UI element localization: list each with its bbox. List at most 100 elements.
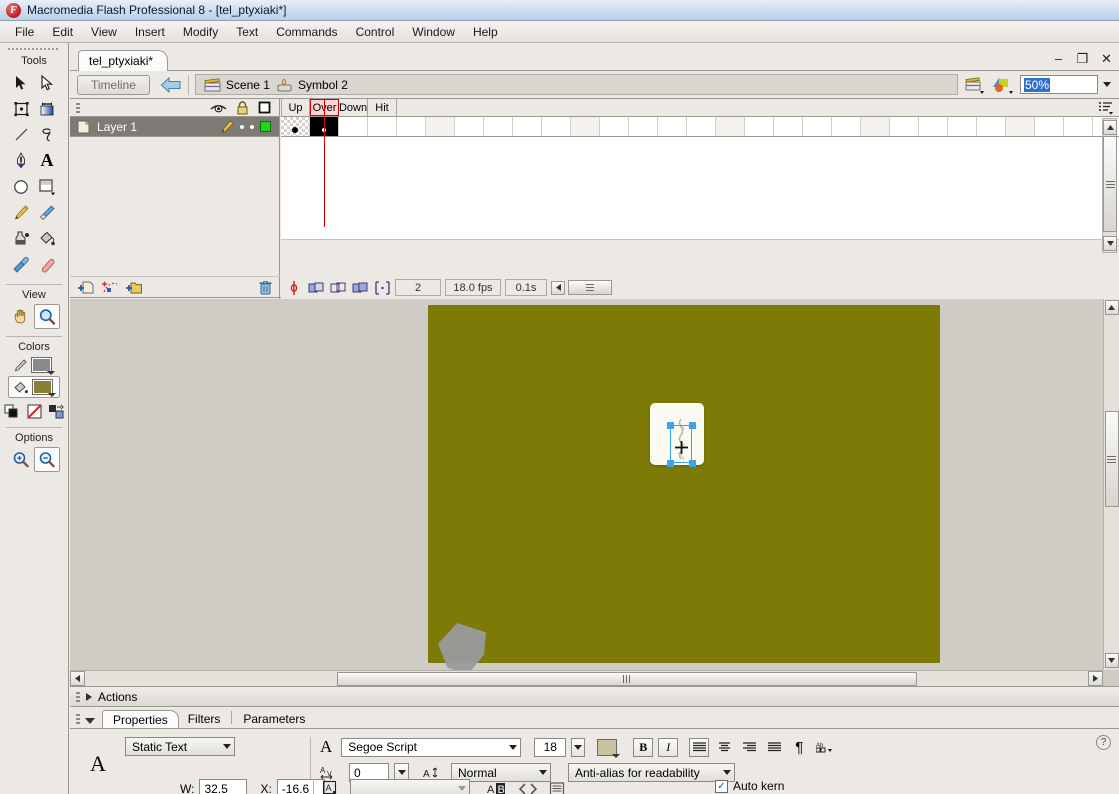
menu-help[interactable]: Help bbox=[464, 23, 507, 41]
breadcrumb-symbol-2[interactable]: Symbol 2 bbox=[276, 78, 348, 92]
ink-bottle-tool[interactable] bbox=[8, 226, 34, 251]
frame-cell-19[interactable] bbox=[803, 117, 832, 136]
document-tab[interactable]: tel_ptyxiaki* bbox=[78, 50, 169, 71]
zoom-input[interactable]: 50% bbox=[1020, 75, 1098, 94]
lock-icon[interactable] bbox=[236, 100, 249, 115]
frame-cell-17[interactable] bbox=[745, 117, 774, 136]
pencil-icon[interactable] bbox=[221, 120, 234, 133]
stage-hscroll-thumb[interactable] bbox=[337, 671, 917, 686]
stroke-color-row[interactable] bbox=[0, 356, 68, 375]
tools-panel-grip[interactable] bbox=[8, 45, 60, 53]
frame-cell-25[interactable] bbox=[977, 117, 1006, 136]
layer-lock-dot[interactable] bbox=[250, 124, 254, 129]
stage-scroll-up-arrow[interactable] bbox=[1104, 300, 1119, 315]
rectangle-tool[interactable] bbox=[34, 174, 60, 199]
width-input[interactable]: 32.5 bbox=[199, 779, 248, 794]
frame-cell-18[interactable] bbox=[774, 117, 803, 136]
frame-cell-5[interactable] bbox=[397, 117, 426, 136]
layer-visibility-dot[interactable] bbox=[240, 124, 244, 129]
edit-format-options-icon[interactable]: Ab bbox=[814, 738, 834, 757]
align-right-icon[interactable] bbox=[739, 738, 759, 757]
tab-parameters[interactable]: Parameters bbox=[234, 710, 314, 728]
selectable-text-icon[interactable]: A B bbox=[487, 781, 507, 794]
timeline-options-icon[interactable] bbox=[1095, 99, 1117, 117]
minimize-button[interactable]: – bbox=[1052, 51, 1065, 66]
menu-modify[interactable]: Modify bbox=[174, 23, 227, 41]
restore-button[interactable]: ❐ bbox=[1076, 51, 1089, 66]
layer-row-layer-1[interactable]: Layer 1 bbox=[70, 117, 279, 137]
frame-cell-6[interactable] bbox=[426, 117, 455, 136]
timeline-vertical-scrollbar[interactable] bbox=[1102, 118, 1117, 253]
delete-layer-icon[interactable] bbox=[258, 280, 273, 296]
center-frame-icon[interactable] bbox=[285, 279, 303, 296]
timeline-hscroll-left-arrow[interactable] bbox=[551, 280, 565, 295]
frame-cell-down[interactable] bbox=[339, 117, 368, 136]
tab-properties[interactable]: Properties bbox=[102, 710, 179, 728]
zoom-tool[interactable] bbox=[34, 304, 60, 329]
insert-layer-folder-icon[interactable] bbox=[125, 280, 144, 296]
tab-filters[interactable]: Filters bbox=[179, 710, 230, 728]
triangle-down-icon[interactable] bbox=[85, 718, 95, 724]
zoom-in-option[interactable] bbox=[8, 447, 34, 472]
back-arrow-icon[interactable] bbox=[160, 76, 182, 93]
frame-cell-24[interactable] bbox=[948, 117, 977, 136]
align-justify-icon[interactable] bbox=[764, 738, 784, 757]
paint-bucket-tool[interactable] bbox=[34, 226, 60, 251]
align-left-icon[interactable] bbox=[689, 737, 710, 757]
font-size-stepper[interactable] bbox=[571, 737, 586, 757]
timeline-hscroll-thumb[interactable] bbox=[568, 280, 612, 295]
selection-tool[interactable] bbox=[8, 70, 34, 95]
text-tool[interactable]: A bbox=[34, 148, 60, 173]
frame-cell-10[interactable] bbox=[542, 117, 571, 136]
frame-cell-28[interactable] bbox=[1064, 117, 1093, 136]
menu-text[interactable]: Text bbox=[227, 23, 267, 41]
onion-skin-outlines-icon[interactable] bbox=[329, 279, 347, 296]
stage-scroll-down-arrow[interactable] bbox=[1104, 653, 1119, 668]
text-color-swatch[interactable] bbox=[597, 738, 621, 758]
frame-cell-15[interactable] bbox=[687, 117, 716, 136]
menu-edit[interactable]: Edit bbox=[43, 23, 82, 41]
frame-rate-indicator[interactable]: 18.0 fps bbox=[445, 279, 501, 296]
frame-cell-16[interactable] bbox=[716, 117, 745, 136]
pencil-tool[interactable] bbox=[8, 200, 34, 225]
edit-scene-icon[interactable] bbox=[964, 76, 986, 94]
subselection-tool[interactable] bbox=[34, 70, 60, 95]
menu-commands[interactable]: Commands bbox=[267, 23, 346, 41]
italic-button[interactable]: I bbox=[658, 737, 679, 757]
frame-cell-23[interactable] bbox=[919, 117, 948, 136]
oval-tool[interactable] bbox=[8, 174, 34, 199]
render-html-icon[interactable] bbox=[519, 782, 537, 794]
stroke-color-swatch[interactable] bbox=[31, 357, 55, 375]
frame-cell-27[interactable] bbox=[1035, 117, 1064, 136]
line-tool[interactable] bbox=[8, 122, 34, 147]
selection-handle-tr[interactable] bbox=[689, 422, 696, 429]
properties-panel-grip[interactable] bbox=[76, 714, 80, 724]
fill-color-row[interactable] bbox=[8, 376, 60, 398]
frame-cell-20[interactable] bbox=[832, 117, 861, 136]
frame-cell-7[interactable] bbox=[455, 117, 484, 136]
selection-handle-tl[interactable] bbox=[667, 422, 674, 429]
swap-colors-icon[interactable] bbox=[48, 404, 65, 419]
bold-button[interactable]: B bbox=[633, 737, 654, 757]
frame-state-up[interactable]: Up bbox=[281, 99, 310, 116]
frame-cell-22[interactable] bbox=[890, 117, 919, 136]
outline-square-icon[interactable] bbox=[258, 101, 271, 114]
menu-insert[interactable]: Insert bbox=[126, 23, 174, 41]
playhead-line[interactable] bbox=[324, 99, 325, 227]
eraser-tool[interactable] bbox=[34, 252, 60, 277]
hand-tool[interactable] bbox=[8, 304, 34, 329]
timeline-toggle-button[interactable]: Timeline bbox=[77, 74, 150, 95]
frame-cell-9[interactable] bbox=[513, 117, 542, 136]
frame-state-hit[interactable]: Hit bbox=[368, 99, 397, 116]
gradient-transform-tool[interactable] bbox=[34, 96, 60, 121]
auto-kern-row[interactable]: ✓ Auto kern bbox=[715, 779, 784, 793]
font-size-input[interactable]: 18 bbox=[534, 737, 567, 757]
frame-cell-8[interactable] bbox=[484, 117, 513, 136]
menu-file[interactable]: File bbox=[6, 23, 43, 41]
zoom-out-option[interactable] bbox=[34, 447, 60, 472]
anti-alias-select[interactable]: Anti-alias for readability bbox=[568, 763, 735, 782]
menu-control[interactable]: Control bbox=[347, 23, 404, 41]
show-border-icon[interactable] bbox=[549, 781, 565, 794]
frame-cell-13[interactable] bbox=[629, 117, 658, 136]
timeline-scroll-up-arrow[interactable] bbox=[1103, 120, 1117, 135]
